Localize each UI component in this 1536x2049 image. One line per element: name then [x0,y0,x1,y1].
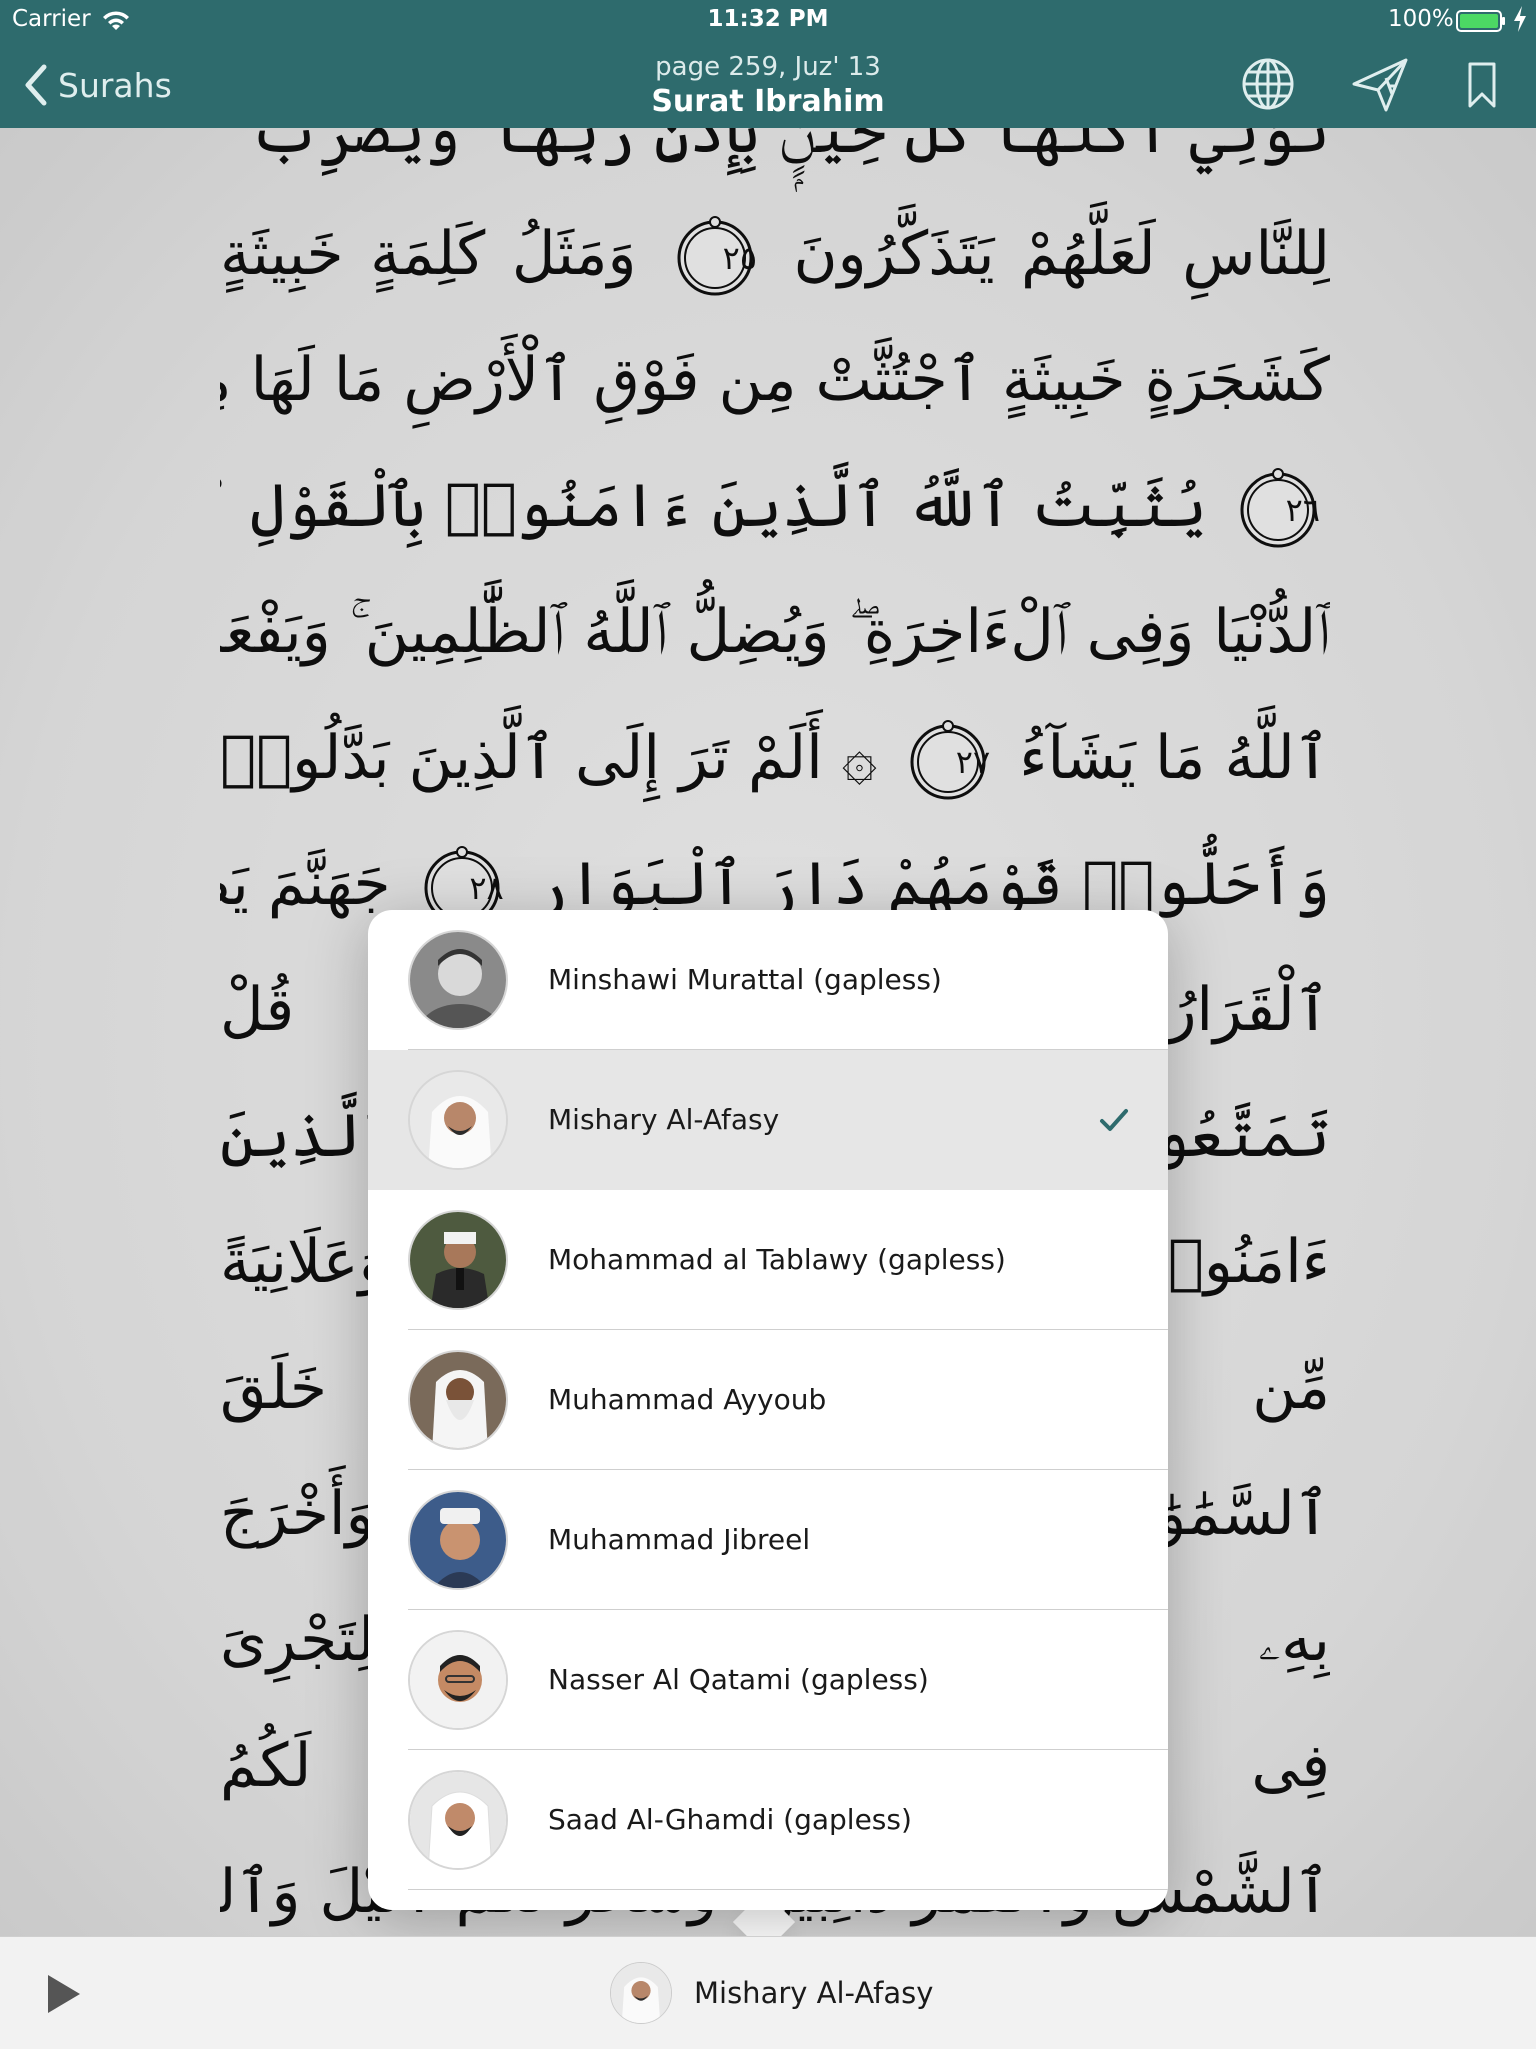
page-juz-subtitle: page 259, Juz' 13 [655,52,881,82]
reciter-name: Mohammad al Tablawy (gapless) [548,1243,1006,1276]
globe-icon[interactable] [1238,54,1298,114]
reciter-row-jibreel[interactable]: Muhammad Jibreel [368,1470,1168,1610]
checkmark-icon [1100,1109,1128,1131]
reciter-row-afasy[interactable]: Mishary Al-Afasy [368,1050,1168,1190]
reciter-name: Saad Al-Ghamdi (gapless) [548,1803,912,1836]
quran-line: كَشَجَرَةٍ خَبِيثَةٍ ٱجْتُثَّتْ مِن فَوْ… [220,345,1330,415]
quran-line: ٢٦ يُثَبِّتُ ٱللَّهُ ٱلَّذِينَ ءَامَنُوا… [220,446,1330,566]
reciter-row-tablawy[interactable]: Mohammad al Tablawy (gapless) [368,1190,1168,1330]
reciter-avatar [408,1770,508,1870]
battery-icon [1456,10,1505,32]
current-reciter-button[interactable]: Mishary Al-Afasy [610,1955,933,2031]
reciter-name: Muhammad Jibreel [548,1523,811,1556]
quran-line: تُؤْتِي أُكُلَهَا كُلَّ حِينٍۭ بِإِذْنِ … [220,128,1330,167]
rub-el-hizb-icon: ۞ [841,723,878,793]
reciter-row-qatami[interactable]: Nasser Al Qatami (gapless) [368,1610,1168,1750]
quran-line: ٱلدُّنْيَا وَفِى ٱلْءَاخِرَةِ ۖ وَيُضِلُ… [220,597,1330,667]
reciter-name: Mishary Al-Afasy [548,1103,780,1136]
reciter-name: Muhammad Ayyoub [548,1383,827,1416]
bookmark-icon[interactable] [1452,54,1512,114]
translate-icon[interactable] [1350,54,1410,114]
current-reciter-name: Mishary Al-Afasy [694,1976,934,2010]
reciter-row-minshawi[interactable]: Minshawi Murattal (gapless) [368,910,1168,1050]
battery-percentage: 100% [1388,6,1454,32]
ayah-marker[interactable]: ٢٧ [906,720,990,804]
quran-line: ٱللَّهُ مَا يَشَآءُ ٢٧ ۞ أَلَمْ تَرَ إِل… [220,698,1330,818]
quran-line: لِلنَّاسِ لَعَلَّهُمْ يَتَذَكَّرُونَ ٢٥ … [220,194,1330,314]
audio-player-bar: Mishary Al-Afasy [0,1936,1536,2049]
reciter-name: Minshawi Murattal (gapless) [548,963,942,996]
row-divider [408,1889,1168,1890]
ayah-marker[interactable]: ٢٦ [1236,468,1320,552]
current-reciter-avatar [610,1962,672,2024]
ayah-marker[interactable]: ٢٥ [673,216,757,300]
reciter-row-ayyoub[interactable]: Muhammad Ayyoub [368,1330,1168,1470]
reciter-avatar [408,1350,508,1450]
reciter-popover: Minshawi Murattal (gapless) Mishary Al-A… [368,910,1168,1910]
reciter-avatar [408,1630,508,1730]
charging-bolt-icon [1514,6,1526,32]
reciter-avatar [408,1210,508,1310]
reciter-avatar [408,930,508,1030]
reciter-avatar [408,1070,508,1170]
surah-title: Surat Ibrahim [651,84,885,119]
status-time: 11:32 PM [707,6,829,32]
reciter-avatar [408,1490,508,1590]
reciter-name: Nasser Al Qatami (gapless) [548,1663,929,1696]
play-icon[interactable] [44,1971,84,2017]
reciter-row-ghamdi[interactable]: Saad Al-Ghamdi (gapless) [368,1750,1168,1890]
navigation-bar: Carrier 11:32 PM 100% Surahs page 259, J… [0,0,1536,128]
